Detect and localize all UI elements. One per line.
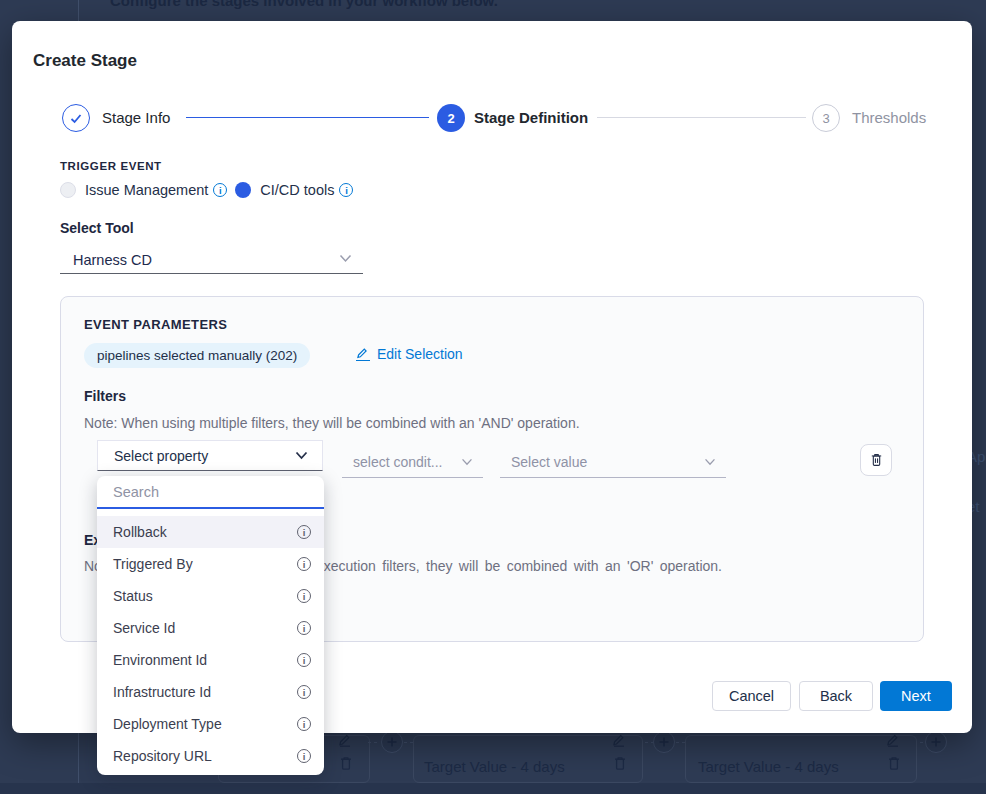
edit-icon [338, 733, 352, 747]
filters-note: Note: When using multiple filters, they … [84, 415, 580, 431]
step2-label: Stage Definition [474, 104, 588, 132]
pipelines-chip: pipelines selected manually (202) [84, 343, 310, 368]
radio-issue-management[interactable] [60, 182, 76, 198]
info-icon[interactable]: i [297, 525, 311, 539]
back-button[interactable]: Back [799, 681, 873, 711]
radio-label-issue-management: Issue Management [85, 182, 208, 198]
chevron-down-icon[interactable] [339, 254, 352, 263]
value-select[interactable]: Select value [500, 447, 726, 478]
info-icon[interactable]: i [339, 183, 353, 197]
info-icon[interactable]: i [297, 621, 311, 635]
select-tool-label: Select Tool [60, 220, 134, 236]
condition-select[interactable]: select condit... [342, 447, 483, 478]
info-icon[interactable]: i [297, 557, 311, 571]
background-card-label: Target Value - 4 days [698, 758, 839, 775]
chevron-down-icon [295, 451, 308, 460]
add-stage-icon [381, 733, 403, 753]
background-heading: Configure the stages involved in your wo… [110, 0, 498, 9]
dropdown-item[interactable]: Repository URLi [97, 740, 324, 772]
dropdown-item[interactable]: Statusi [97, 580, 324, 612]
check-icon [69, 112, 83, 125]
background-card: Target Value - 4 days [413, 735, 643, 783]
trash-icon [886, 755, 902, 772]
property-select[interactable]: Select property [97, 440, 323, 471]
radio-cicd-tools[interactable] [235, 182, 251, 198]
chevron-down-icon [461, 458, 473, 466]
modal-title: Create Stage [33, 51, 137, 71]
edit-selection-link[interactable]: Edit Selection [356, 346, 463, 362]
dropdown-list: Rollbacki Triggered Byi Statusi Service … [97, 509, 324, 772]
tool-select-value[interactable]: Harness CD [73, 252, 152, 268]
event-parameters-title: EVENT PARAMETERS [84, 317, 227, 332]
trigger-options: Issue Management i CI/CD tools i [60, 181, 353, 199]
edit-icon [612, 733, 626, 747]
step1-done-circle[interactable] [62, 104, 90, 132]
property-dropdown: Rollbacki Triggered Byi Statusi Service … [97, 476, 324, 775]
info-icon[interactable]: i [297, 589, 311, 603]
dashed-connector [368, 742, 377, 743]
dropdown-item[interactable]: Deployment Typei [97, 708, 324, 740]
value-select-value: Select value [511, 454, 704, 470]
dashed-connector [676, 742, 685, 743]
next-button[interactable]: Next [880, 681, 952, 711]
dimmed-page-top: Configure the stages involved in your wo… [0, 0, 986, 21]
edit-selection-label: Edit Selection [377, 346, 463, 362]
stepper-connector [186, 117, 429, 118]
cancel-button[interactable]: Cancel [712, 681, 791, 711]
add-stage-icon [925, 733, 947, 753]
stepper-connector [597, 117, 806, 118]
info-icon[interactable]: i [213, 183, 227, 197]
step3-circle[interactable]: 3 [812, 104, 840, 132]
info-icon[interactable]: i [297, 653, 311, 667]
trigger-event-label: TRIGGER EVENT [60, 160, 162, 172]
chevron-down-icon [704, 458, 716, 466]
trash-icon [338, 755, 354, 772]
step3-label: Thresholds [852, 104, 926, 132]
background-card-label: Target Value - 4 days [424, 758, 565, 775]
background-divider [78, 0, 79, 21]
trash-icon [869, 452, 884, 468]
info-icon[interactable]: i [297, 717, 311, 731]
dashed-connector [404, 742, 413, 743]
add-stage-icon [653, 733, 675, 753]
screen: Configure the stages involved in your wo… [0, 0, 986, 794]
dropdown-item[interactable]: Service Idi [97, 612, 324, 644]
step1-label: Stage Info [102, 104, 170, 132]
info-icon[interactable]: i [297, 749, 311, 763]
condition-select-value: select condit... [353, 454, 461, 470]
tool-select-underline [60, 273, 363, 274]
property-select-value: Select property [114, 448, 295, 464]
dropdown-search-input[interactable] [97, 476, 324, 509]
filters-title: Filters [84, 388, 126, 404]
trash-icon [612, 755, 628, 772]
dropdown-item[interactable]: Triggered Byi [97, 548, 324, 580]
edit-icon [356, 347, 370, 361]
step2-circle[interactable]: 2 [437, 104, 465, 132]
edit-icon [886, 733, 900, 747]
dropdown-item[interactable]: Infrastructure Idi [97, 676, 324, 708]
info-icon[interactable]: i [297, 685, 311, 699]
delete-filter-button[interactable] [860, 444, 892, 476]
dropdown-item[interactable]: Rollbacki [97, 516, 324, 548]
dropdown-item[interactable]: Environment Idi [97, 644, 324, 676]
background-card: Target Value - 4 days [685, 735, 917, 783]
radio-label-cicd-tools: CI/CD tools [260, 182, 334, 198]
background-strip [0, 783, 986, 794]
